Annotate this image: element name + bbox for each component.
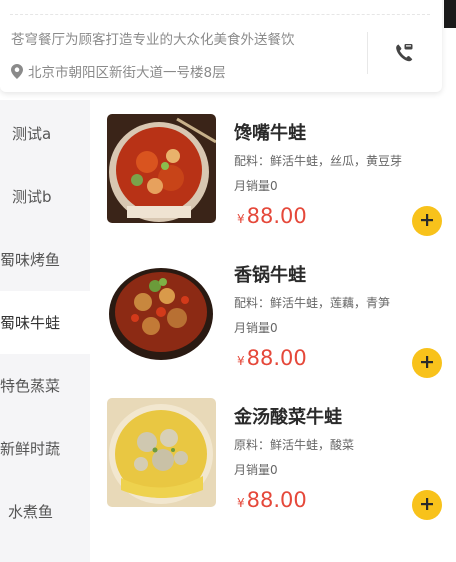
divider-vertical [367, 32, 368, 74]
currency-symbol: ¥ [237, 354, 245, 368]
dish-image [107, 256, 216, 365]
sidebar-item-label: 蜀味烤鱼 [0, 251, 61, 269]
sidebar-item-label: 测试a [12, 125, 52, 143]
dish-monthly-sales: 月销量0 [234, 179, 278, 193]
add-to-cart-button[interactable] [412, 490, 442, 520]
phone-icon [392, 41, 416, 69]
dish-item[interactable]: 香锅牛蛙 配料：鲜活牛蛙，莲藕，青笋 月销量0 ¥ 88.00 [107, 256, 447, 386]
sidebar-item-test-b[interactable]: 测试b [0, 165, 90, 228]
sidebar-item-vegetables[interactable]: 新鲜时蔬 [0, 417, 90, 480]
price-amount: 88.00 [246, 346, 307, 370]
dish-price: ¥ 88.00 [237, 346, 307, 370]
sidebar-item-test-a[interactable]: 测试a [0, 102, 90, 165]
plus-icon [420, 212, 434, 231]
plus-icon [420, 496, 434, 515]
location-pin-icon [11, 63, 23, 79]
dish-item[interactable]: 馋嘴牛蛙 配料：鲜活牛蛙，丝瓜，黄豆芽 月销量0 ¥ 88.00 [107, 114, 447, 244]
dish-name: 香锅牛蛙 [234, 265, 306, 286]
currency-symbol: ¥ [237, 212, 245, 226]
dish-item[interactable]: 金汤酸菜牛蛙 原料：鲜活牛蛙，酸菜 月销量0 ¥ 88.00 [107, 398, 447, 528]
shop-info-card: 苍穹餐厅为顾客打造专业的大众化美食外送餐饮 北京市朝阳区新街大道一号楼8层 [0, 0, 442, 92]
dish-monthly-sales: 月销量0 [234, 321, 278, 335]
add-to-cart-button[interactable] [412, 348, 442, 378]
sidebar-item-label: 特色蒸菜 [0, 377, 61, 395]
dish-image [107, 114, 216, 223]
dish-ingredients: 配料：鲜活牛蛙，丝瓜，黄豆芽 [234, 154, 403, 168]
dish-ingredients: 原料：鲜活牛蛙，酸菜 [234, 438, 355, 452]
dish-monthly-sales: 月销量0 [234, 463, 278, 477]
shop-description: 苍穹餐厅为顾客打造专业的大众化美食外送餐饮 [11, 32, 295, 48]
sidebar-item-bullfrog[interactable]: 蜀味牛蛙 [0, 291, 90, 354]
plus-icon [420, 354, 434, 373]
dish-name: 馋嘴牛蛙 [234, 123, 306, 144]
sidebar-item-label: 新鲜时蔬 [0, 440, 61, 458]
sidebar-item-steamed[interactable]: 特色蒸菜 [0, 354, 90, 417]
status-corner [444, 0, 456, 28]
add-to-cart-button[interactable] [412, 206, 442, 236]
dish-name: 金汤酸菜牛蛙 [234, 407, 342, 428]
dish-ingredients: 配料：鲜活牛蛙，莲藕，青笋 [234, 296, 391, 310]
price-amount: 88.00 [246, 204, 307, 228]
dish-price: ¥ 88.00 [237, 204, 307, 228]
sidebar-item-label: 蜀味牛蛙 [0, 314, 61, 332]
sidebar-item-grilled-fish[interactable]: 蜀味烤鱼 [0, 228, 90, 291]
currency-symbol: ¥ [237, 496, 245, 510]
shop-address: 北京市朝阳区新街大道一号楼8层 [11, 61, 226, 81]
divider [10, 14, 430, 15]
dish-price: ¥ 88.00 [237, 488, 307, 512]
phone-button[interactable] [390, 41, 418, 69]
sidebar-item-label: 测试b [12, 188, 52, 206]
price-amount: 88.00 [246, 488, 307, 512]
sidebar-item-boiled-fish[interactable]: 水煮鱼 [0, 480, 90, 543]
dish-image [107, 398, 216, 507]
sidebar-item-label: 水煮鱼 [8, 503, 54, 521]
shop-address-text: 北京市朝阳区新街大道一号楼8层 [28, 65, 226, 81]
category-sidebar: 测试a 测试b 蜀味烤鱼 蜀味牛蛙 特色蒸菜 新鲜时蔬 水煮鱼 [0, 100, 90, 562]
